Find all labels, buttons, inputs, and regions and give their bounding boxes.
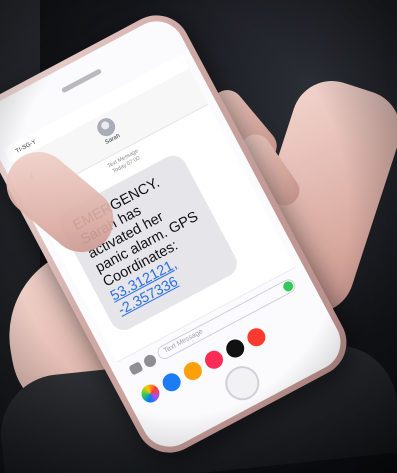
- heart-app-icon[interactable]: [244, 325, 269, 350]
- photo-scene: TI-SG-Y ‹ Sarah Text Message Today 07:00…: [0, 0, 397, 473]
- appstore-app-icon[interactable]: [159, 370, 184, 395]
- speaker-grille: [60, 68, 103, 94]
- music-app-icon[interactable]: [180, 358, 205, 384]
- record-app-icon[interactable]: [223, 336, 248, 361]
- memoji-app-icon[interactable]: [201, 347, 227, 372]
- photos-app-icon[interactable]: [138, 381, 163, 406]
- camera-icon[interactable]: [128, 361, 144, 376]
- appstore-icon[interactable]: [141, 352, 159, 370]
